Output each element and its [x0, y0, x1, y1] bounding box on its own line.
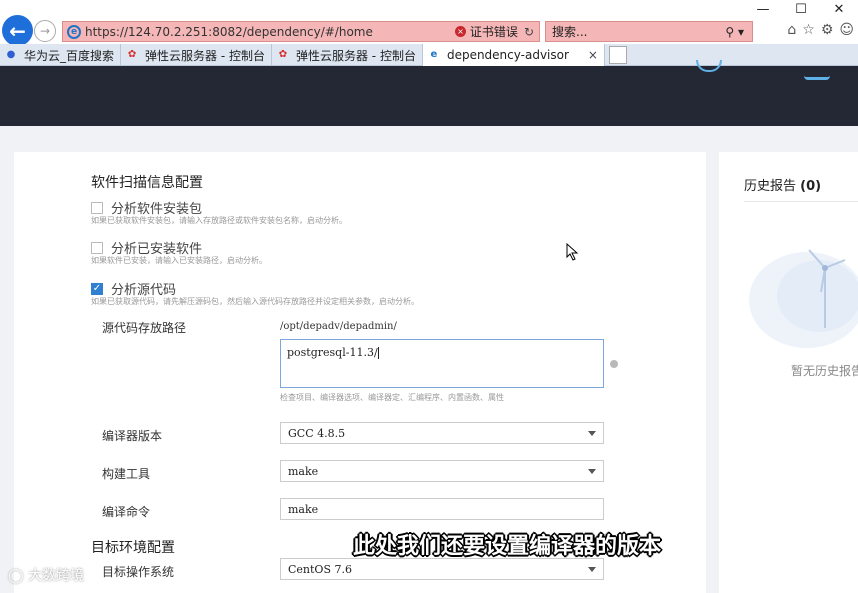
home-icon[interactable]: ⌂: [787, 22, 796, 38]
compiler-value: GCC 4.8.5: [288, 426, 346, 440]
build-cmd-value: make: [288, 502, 319, 516]
tab-huawei-console-1[interactable]: ✿ 弹性云服务器 - 控制台: [121, 44, 272, 66]
chevron-down-icon: [588, 431, 596, 436]
refresh-icon[interactable]: ↻: [524, 25, 534, 39]
tab-dependency-advisor[interactable]: e dependency-advisor ×: [422, 44, 605, 66]
back-arrow-icon[interactable]: ←: [2, 15, 33, 46]
section-title-target: 目标环境配置: [91, 540, 175, 556]
browser-toolbar: ← → e https://124.70.2.251:8082/dependen…: [0, 0, 858, 46]
chevron-down-icon: [588, 469, 596, 474]
scan-config-card: 软件扫描信息配置 分析软件安装包 如果已获取软件安装包，请输入存放路径或软件安装…: [14, 152, 706, 593]
text-caret: [377, 347, 379, 359]
checkbox-source-checked-icon[interactable]: ✓: [91, 282, 103, 295]
video-subtitle: 此处我们还要设置编译器的版本: [353, 534, 662, 559]
source-path-prefix: /opt/depadv/depadmin/: [280, 321, 397, 332]
checkbox-installed[interactable]: [91, 241, 103, 254]
forward-arrow-icon[interactable]: →: [34, 20, 56, 42]
source-path-textarea[interactable]: postgresql-11.3/: [280, 339, 604, 388]
checkbox-package[interactable]: [91, 201, 103, 214]
chevron-down-icon: [588, 567, 596, 572]
huawei-logo-icon: ✿: [278, 49, 288, 60]
tab-label: 弹性云服务器 - 控制台: [145, 48, 265, 63]
mouse-cursor-icon: [566, 243, 579, 261]
source-path-hint: 检查项目、编译器选项、编译器定、汇编程序、内置函数、属性: [280, 393, 504, 402]
watermark-logo-icon: ◯: [8, 568, 24, 584]
compiler-select[interactable]: GCC 4.8.5: [280, 422, 604, 444]
history-empty-text: 暂无历史报告: [791, 364, 858, 378]
smiley-icon[interactable]: ☺: [839, 22, 854, 38]
source-path-value: postgresql-11.3/: [287, 346, 378, 359]
target-os-select[interactable]: CentOS 7.6: [280, 558, 604, 580]
section-title-scan: 软件扫描信息配置: [91, 175, 203, 191]
divider: [744, 201, 858, 202]
target-os-label: 目标操作系统: [102, 565, 175, 579]
header-logo-arc-icon: [696, 60, 722, 72]
tab-huawei-console-2[interactable]: ✿ 弹性云服务器 - 控制台: [272, 44, 423, 66]
watermark-text: 大数跨境: [28, 568, 85, 584]
build-tool-label: 构建工具: [102, 467, 151, 481]
close-icon[interactable]: ✕: [820, 0, 858, 20]
option-hint: 如果已获取源代码，请先解压源码包，然后输入源代码存放路径并设定相关参数，启动分析…: [91, 297, 419, 306]
tab-label: dependency-advisor: [446, 48, 569, 62]
cert-error-icon[interactable]: ×: [454, 26, 466, 37]
target-os-value: CentOS 7.6: [288, 562, 352, 576]
app-header: [0, 60, 858, 126]
tab-close-icon[interactable]: ×: [588, 48, 598, 62]
layers-icon[interactable]: [804, 66, 830, 80]
gear-icon[interactable]: ⚙: [821, 22, 834, 38]
source-path-label: 源代码存放路径: [102, 321, 187, 335]
build-tool-value: make: [288, 464, 319, 478]
build-cmd-input[interactable]: make: [280, 498, 604, 520]
build-tool-select[interactable]: make: [280, 460, 604, 482]
tab-label: 弹性云服务器 - 控制台: [295, 48, 416, 63]
minimize-icon[interactable]: —: [744, 0, 782, 20]
cert-error-label[interactable]: 证书错误: [470, 23, 518, 40]
tab-label: 华为云_百度搜索: [24, 48, 115, 63]
watermark: ◯ 大数跨境: [8, 565, 84, 585]
option-hint: 如果已获取软件安装包，请输入存放路径或软件安装包名称，启动分析。: [91, 216, 347, 225]
new-tab-button[interactable]: [608, 46, 627, 64]
url-text[interactable]: https://124.70.2.251:8082/dependency/#/h…: [85, 25, 455, 39]
huawei-logo-icon: ✿: [127, 49, 137, 60]
baidu-paw-icon: ●: [6, 49, 16, 60]
option-hint: 如果软件已安装，请输入已安装路径，启动分析。: [91, 256, 267, 265]
tab-baidu[interactable]: ● 华为云_百度搜索: [0, 44, 122, 66]
search-input[interactable]: 搜索... ⚲ ▾: [545, 21, 753, 42]
build-cmd-label: 编译命令: [102, 505, 151, 519]
maximize-icon[interactable]: ☐: [782, 0, 820, 20]
history-count: (0): [800, 179, 822, 194]
help-icon[interactable]: [610, 360, 618, 368]
search-placeholder: 搜索...: [552, 25, 588, 39]
ie-logo-icon: e: [67, 24, 81, 39]
ie-logo-icon: e: [430, 49, 438, 60]
address-bar[interactable]: e https://124.70.2.251:8082/dependency/#…: [62, 21, 540, 42]
history-title-text: 历史报告: [744, 179, 797, 194]
browser-tool-icons: ⌂ ☆ ⚙ ☺: [787, 22, 854, 38]
history-card: 历史报告 (0) 暂无历史报告: [719, 152, 858, 593]
favorites-star-icon[interactable]: ☆: [802, 22, 815, 38]
empty-state-windmill-icon: [749, 249, 858, 348]
compiler-label: 编译器版本: [102, 429, 163, 443]
search-icon[interactable]: ⚲ ▾: [725, 25, 744, 39]
history-title: 历史报告 (0): [744, 175, 821, 194]
window-controls: — ☐ ✕: [744, 0, 858, 20]
tab-bar: ● 华为云_百度搜索 ✿ 弹性云服务器 - 控制台 ✿ 弹性云服务器 - 控制台…: [0, 44, 858, 66]
